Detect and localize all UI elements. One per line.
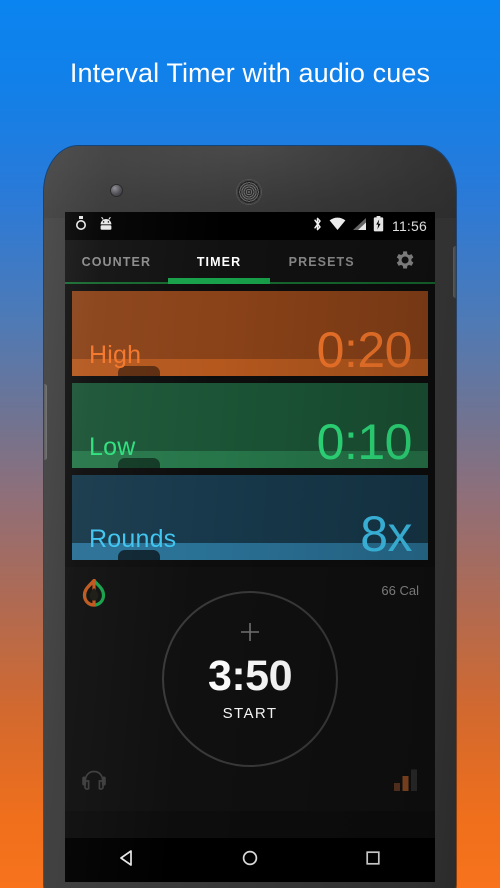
settings-button[interactable] <box>373 248 435 277</box>
tab-active-indicator <box>168 278 270 284</box>
start-timer-dial[interactable]: 3:50 START <box>162 591 338 767</box>
cell-signal-icon <box>352 217 367 236</box>
calorie-label: 66 Cal <box>381 583 419 598</box>
start-label: START <box>222 705 278 722</box>
interval-rows: High 0:20 Low 0:10 Rounds 8x <box>65 284 435 560</box>
tab-counter[interactable]: COUNTER <box>65 255 168 269</box>
timer-panel: 66 Cal 3:50 START <box>65 567 435 811</box>
recents-square-icon <box>363 848 383 873</box>
flame-icon[interactable] <box>81 575 107 612</box>
promo-stage: Interval Timer with audio cues 11:56 COU… <box>0 0 500 888</box>
power-button[interactable] <box>453 246 456 298</box>
plus-icon[interactable] <box>239 621 261 648</box>
bluetooth-icon <box>312 216 323 237</box>
total-time-value: 3:50 <box>207 652 293 700</box>
volume-button[interactable] <box>44 384 47 460</box>
interval-row-high-value: 0:20 <box>316 322 413 376</box>
interval-row-rounds[interactable]: Rounds 8x <box>72 475 428 560</box>
status-bar-right: 11:56 <box>312 215 427 237</box>
headphones-icon[interactable] <box>81 768 107 797</box>
wifi-icon <box>329 217 346 236</box>
status-bar-clock: 11:56 <box>392 218 427 234</box>
gear-icon <box>392 248 416 277</box>
interval-row-low[interactable]: Low 0:10 <box>72 383 428 468</box>
android-nav-bar <box>65 838 435 882</box>
tab-bar: COUNTER TIMER PRESETS <box>65 240 435 284</box>
bar-chart-icon[interactable] <box>393 768 419 797</box>
phone-device: 11:56 COUNTER TIMER PRESETS High 0:20 Lo… <box>44 146 456 888</box>
status-bar: 11:56 <box>65 212 435 240</box>
interval-row-rounds-value: 8x <box>360 506 412 560</box>
battery-charging-icon <box>373 215 384 237</box>
status-bar-left <box>75 216 113 236</box>
interval-row-low-label: Low <box>89 433 136 461</box>
android-icon <box>99 216 113 236</box>
back-triangle-icon <box>117 848 137 873</box>
interval-row-rounds-label: Rounds <box>89 525 177 553</box>
promo-title: Interval Timer with audio cues <box>69 58 431 88</box>
tab-presets[interactable]: PRESETS <box>270 255 373 269</box>
watch-icon <box>75 216 87 236</box>
front-camera-icon <box>111 185 122 196</box>
earpiece-speaker-icon <box>237 180 261 204</box>
phone-screen: 11:56 COUNTER TIMER PRESETS High 0:20 Lo… <box>65 212 435 838</box>
tab-timer[interactable]: TIMER <box>168 255 271 269</box>
nav-recents-button[interactable] <box>345 838 401 882</box>
interval-row-high-label: High <box>89 341 142 369</box>
home-circle-icon <box>240 848 260 873</box>
nav-back-button[interactable] <box>99 838 155 882</box>
interval-row-high[interactable]: High 0:20 <box>72 291 428 376</box>
nav-home-button[interactable] <box>222 838 278 882</box>
interval-row-low-value: 0:10 <box>316 414 413 468</box>
